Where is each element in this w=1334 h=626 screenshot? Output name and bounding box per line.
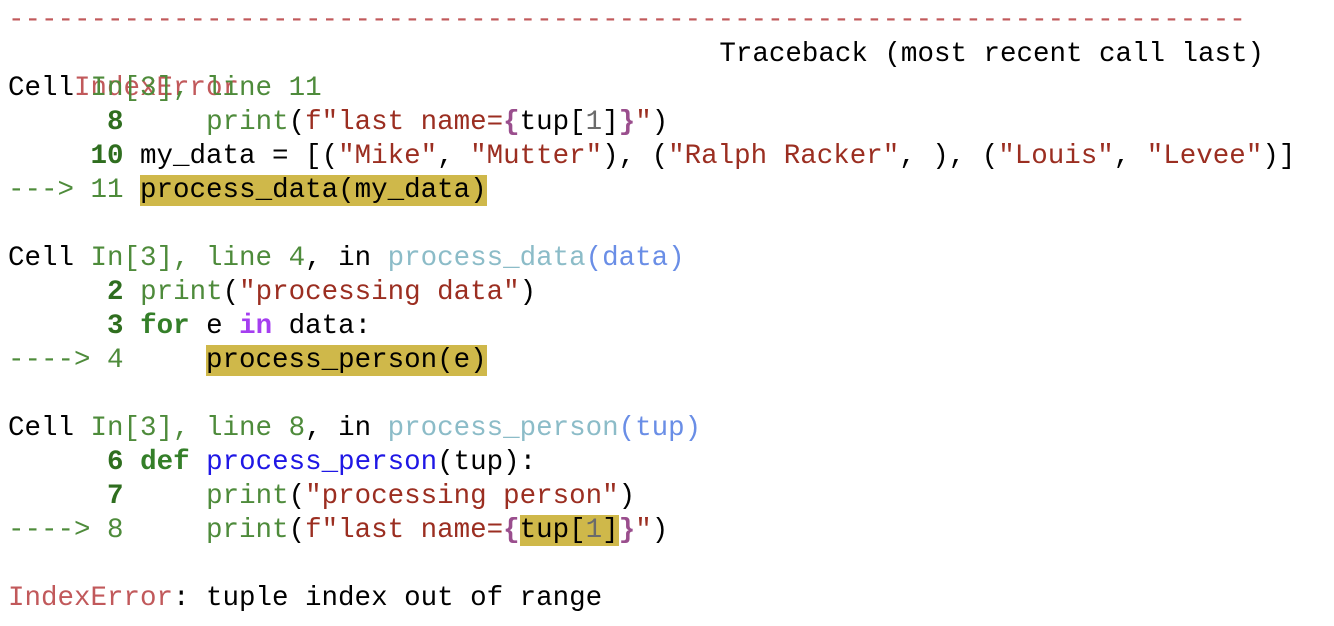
frame-header: Cell In[3], line 11 — [8, 72, 1328, 106]
frame-header: Cell In[3], line 4, in process_data(data… — [8, 242, 1328, 276]
traceback-separator: ----------------------------------------… — [8, 5, 1246, 36]
code-line: 8 print(f"last name={tup[1]}") — [107, 107, 669, 138]
line-number: 2 — [107, 277, 124, 308]
code-line-current: ---> 11 process_data(my_data) — [8, 174, 1328, 208]
line-number: 10 — [90, 141, 124, 172]
final-error-message: : tuple index out of range — [173, 583, 603, 614]
current-line-arrow: ----> 4 — [8, 345, 124, 376]
code-line-current: ----> 8 print(f"last name={tup[1]}") — [8, 515, 669, 546]
cell-location: In[3], line 4 — [90, 243, 306, 274]
function-name: process_data — [387, 243, 586, 274]
in-label: , in — [305, 413, 372, 444]
function-name: process_person — [387, 413, 619, 444]
traceback-header: IndexError Traceback (most recent call l… — [8, 38, 1328, 104]
current-line-arrow: ----> 8 — [8, 515, 124, 546]
final-error-type: IndexError — [8, 583, 174, 614]
code-line: 6 def process_person(tup): — [107, 447, 537, 478]
code-line: 3 for e in data: — [107, 311, 372, 342]
code-line-current: ----> 4 process_person(e) — [8, 344, 1328, 378]
code-line: 10 my_data = [("Mike", "Mutter"), ("Ralp… — [90, 141, 1296, 172]
in-label: , in — [305, 243, 372, 274]
cell-label: Cell — [8, 73, 75, 104]
cell-label: Cell — [8, 243, 75, 274]
traceback-output: ----------------------------------------… — [8, 4, 1328, 616]
frame-header: Cell In[3], line 8, in process_person(tu… — [8, 412, 1328, 446]
highlighted-call: process_person(e) — [206, 345, 487, 376]
line-number: 8 — [107, 107, 124, 138]
highlighted-expression: tup[1] — [519, 515, 619, 546]
line-number: 6 — [107, 447, 124, 478]
function-args: (data) — [585, 243, 685, 274]
code-line: 7 print("processing person") — [107, 481, 636, 512]
code-line: 2 print("processing data") — [107, 277, 537, 308]
line-number: 3 — [107, 311, 124, 342]
final-error-line: IndexError: tuple index out of range — [8, 582, 1328, 616]
function-args: (tup) — [618, 413, 702, 444]
cell-label: Cell — [8, 413, 75, 444]
traceback-title: Traceback (most recent call last) — [719, 39, 1264, 70]
cell-location: In[3], line 11 — [90, 73, 322, 104]
current-line-arrow: ---> 11 — [8, 175, 124, 206]
line-number: 7 — [107, 481, 124, 512]
highlighted-call: process_data(my_data) — [140, 175, 487, 206]
cell-location: In[3], line 8 — [90, 413, 306, 444]
